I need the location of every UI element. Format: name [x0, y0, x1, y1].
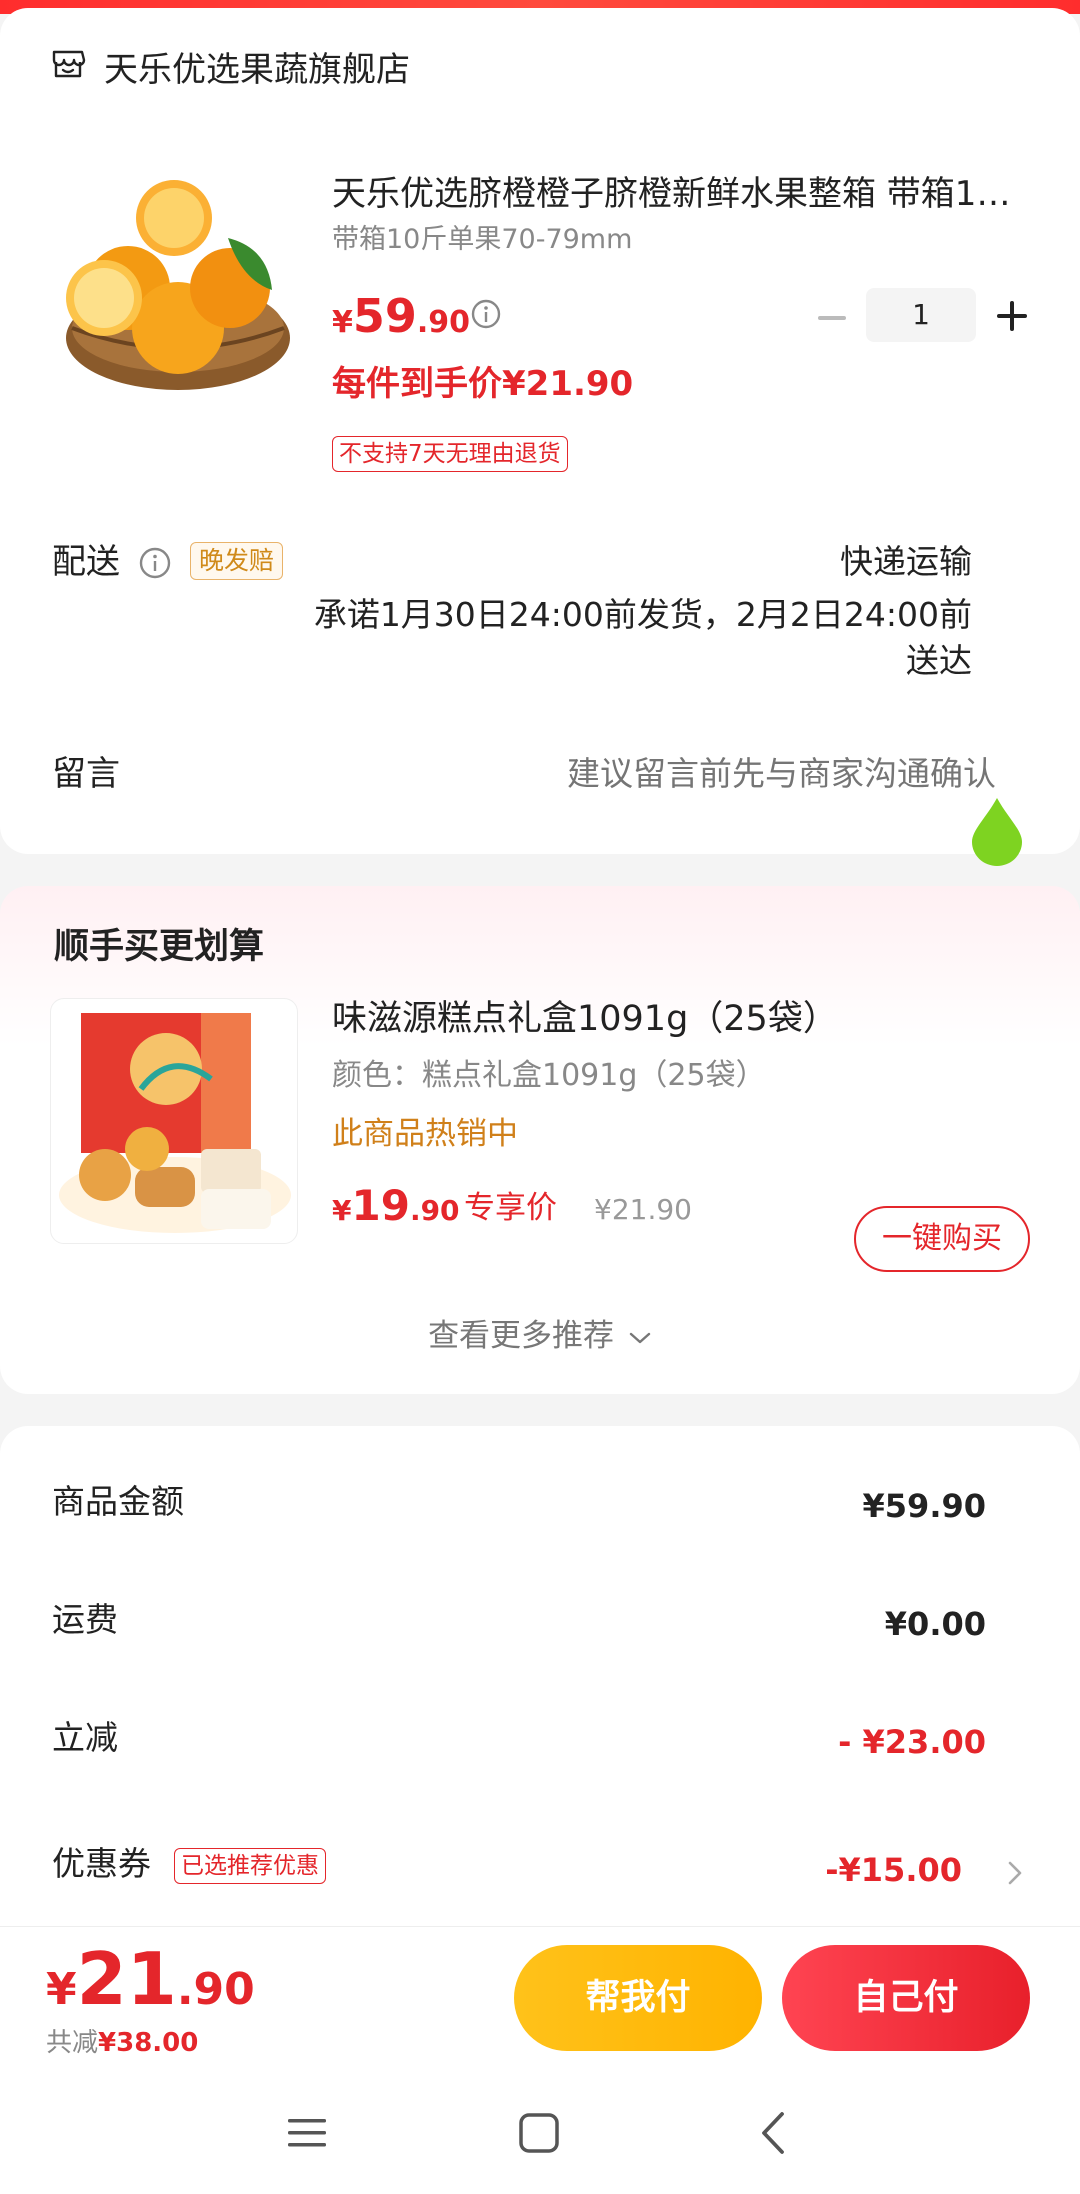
product-title[interactable]: 天乐优选脐橙橙子脐橙新鲜水果整箱 带箱10斤单果70-79mm	[332, 170, 1032, 218]
total-currency: ¥	[46, 1964, 77, 2015]
quantity-input[interactable]: 1	[866, 288, 976, 342]
chevron-right-icon[interactable]	[1004, 1858, 1026, 1888]
menu-icon[interactable]	[286, 2112, 328, 2154]
coupon-value[interactable]: -¥15.00	[825, 1846, 962, 1894]
saved-label: 共减	[46, 2028, 99, 2058]
product-image[interactable]	[58, 178, 298, 408]
delivery-method: 快递运输	[840, 542, 972, 581]
recommend-price: ¥19.90	[332, 1178, 460, 1243]
message-input[interactable]	[376, 750, 996, 798]
coupon-selected-badge: 已选推荐优惠	[174, 1848, 326, 1884]
one-click-buy-button[interactable]: 一键购买	[854, 1206, 1030, 1272]
recommend-title: 顺手买更划算	[54, 927, 265, 967]
delivery-label: 配送	[52, 542, 120, 582]
price-summary-card: 商品金额 ¥59.90 运费 ¥0.00 立减 - ¥23.00 优惠券 已选推…	[0, 1426, 1080, 1946]
message-label: 留言	[52, 754, 120, 794]
late-compensation-badge[interactable]: 晚发赔	[190, 542, 284, 580]
system-navigation-bar	[0, 2080, 1080, 2194]
exclusive-price-label: 专享价	[464, 1190, 557, 1226]
recommend-card: 顺手买更划算 味滋源糕点礼盒1091g（25袋） 颜色：糕点礼盒1091g（25…	[0, 886, 1080, 1394]
price-integer: 59	[352, 289, 417, 343]
price-currency: ¥	[332, 305, 353, 340]
store-icon	[52, 50, 86, 78]
total-decimal: .90	[176, 1964, 255, 2015]
pay-myself-button[interactable]: 自己付	[782, 1945, 1030, 2051]
home-icon[interactable]	[518, 2112, 560, 2154]
recommend-price-integer: 19	[351, 1181, 410, 1230]
recommend-product-name[interactable]: 味滋源糕点礼盒1091g（25袋）	[332, 994, 838, 1044]
back-icon[interactable]	[756, 2110, 790, 2156]
price-decimal: .90	[416, 305, 471, 340]
coupon-label[interactable]: 优惠券	[52, 1840, 151, 1888]
quantity-increase-button[interactable]	[992, 296, 1032, 336]
recommend-hot-label: 此商品热销中	[332, 1116, 518, 1152]
chevron-down-icon	[629, 1332, 651, 1343]
shipping-value: ¥0.00	[884, 1605, 986, 1643]
help-me-pay-button[interactable]: 帮我付	[514, 1945, 762, 2051]
price-info-icon[interactable]	[470, 298, 502, 330]
instant-discount-label: 立减	[52, 1718, 118, 1757]
goods-amount-label: 商品金额	[52, 1482, 184, 1521]
total-saved: 共减¥38.00	[46, 2023, 198, 2063]
recommend-product-spec: 颜色：糕点礼盒1091g（25袋）	[332, 1058, 766, 1093]
original-price: ¥21.90	[594, 1193, 692, 1226]
unit-final-price: 每件到手价¥21.90	[332, 364, 634, 404]
store-name[interactable]: 天乐优选果蔬旗舰店	[104, 48, 410, 92]
goods-amount-value: ¥59.90	[862, 1487, 986, 1525]
shipping-label: 运费	[52, 1600, 118, 1639]
delivery-info-icon[interactable]	[138, 546, 172, 580]
recommend-price-decimal: .90	[409, 1194, 460, 1227]
order-card: 天乐优选果蔬旗舰店 天乐优选脐橙橙子脐橙新鲜水果整箱 带箱10斤单果70-79m…	[0, 8, 1080, 866]
instant-discount-value: - ¥23.00	[838, 1723, 986, 1761]
recommend-price-currency: ¥	[332, 1194, 352, 1227]
quantity-decrease-button[interactable]	[812, 298, 852, 338]
total-integer: 21	[76, 1937, 177, 2021]
see-more-label: 查看更多推荐	[428, 1318, 615, 1354]
see-more-recommendations[interactable]: 查看更多推荐	[0, 1314, 1080, 1358]
product-spec[interactable]: 带箱10斤单果70-79mm	[332, 220, 632, 260]
recommend-product-image[interactable]	[50, 998, 298, 1244]
product-price: ¥59.90	[332, 286, 470, 357]
no-return-badge: 不支持7天无理由退货	[332, 436, 568, 472]
checkout-bar: ¥21.90 共减¥38.00 帮我付 自己付	[0, 1926, 1080, 2080]
saved-value: ¥38.00	[98, 2028, 199, 2058]
floating-droplet-icon[interactable]	[968, 796, 1026, 866]
delivery-promise: 承诺1月30日24:00前发货，2月2日24:00前送达	[313, 595, 972, 680]
